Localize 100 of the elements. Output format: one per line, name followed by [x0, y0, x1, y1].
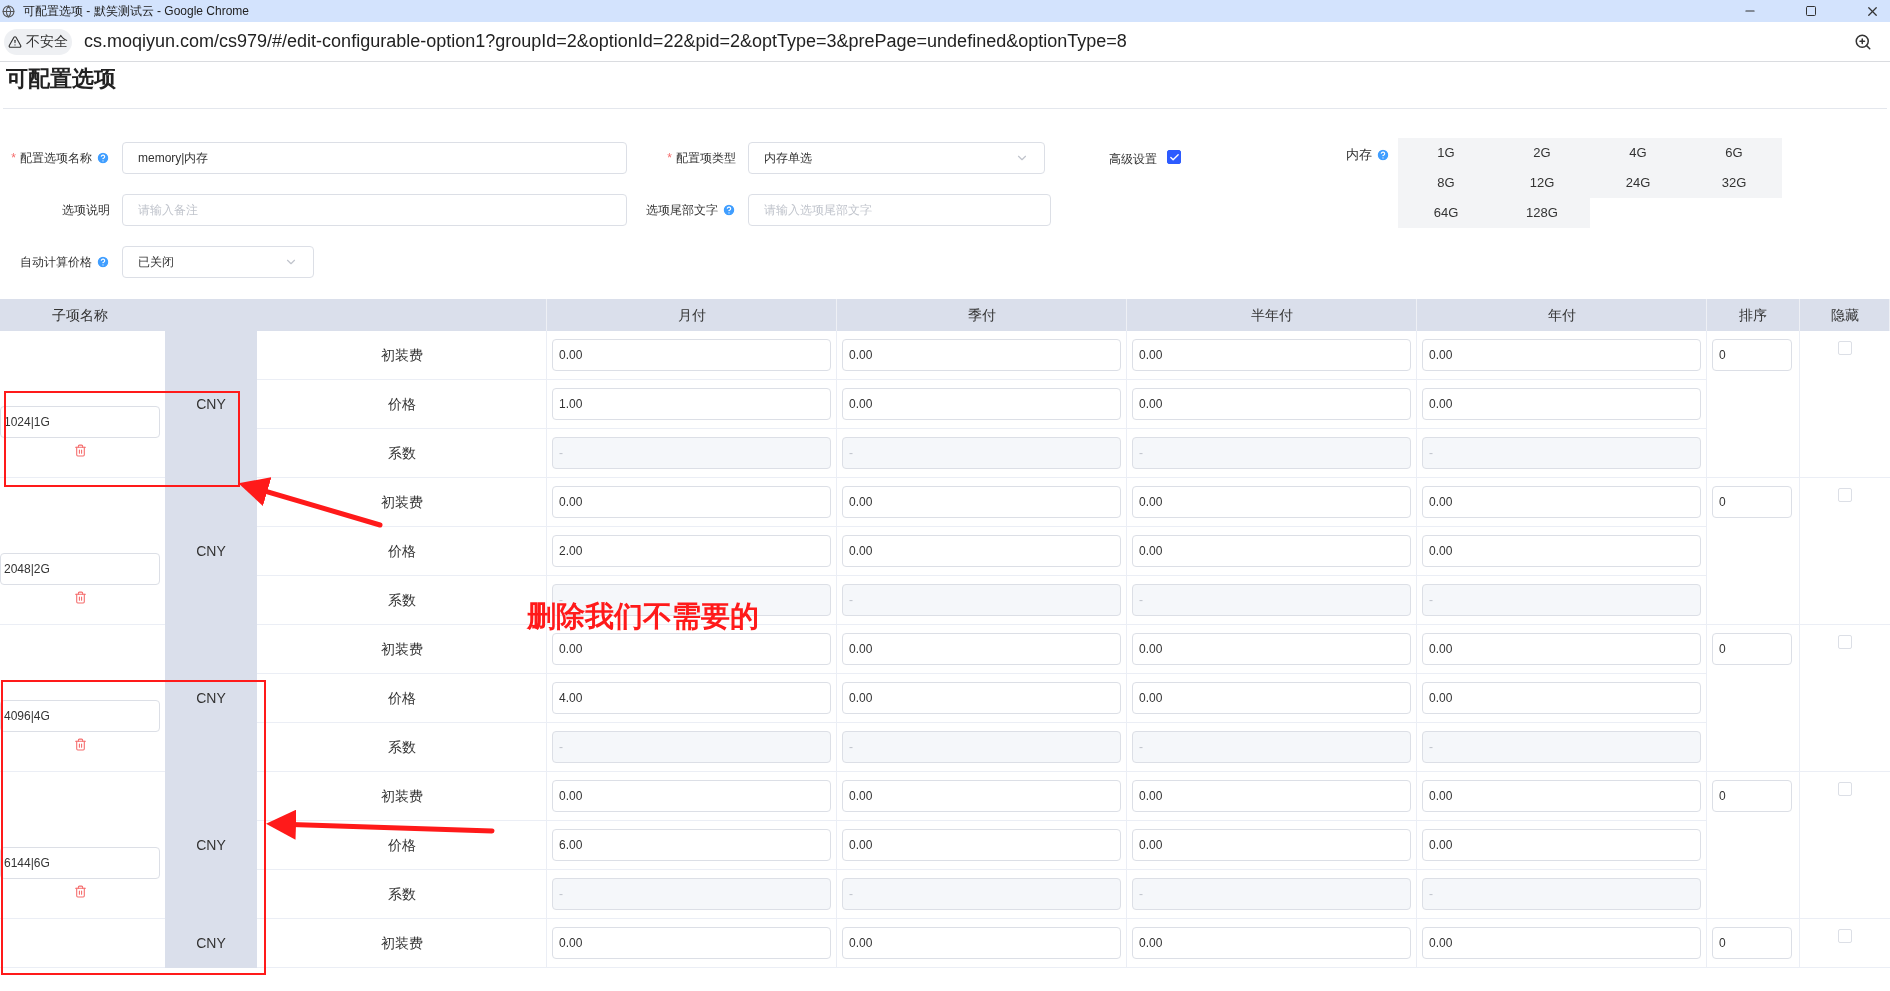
help-icon	[96, 151, 110, 165]
price-field[interactable]: 0.00	[842, 486, 1121, 518]
price-field[interactable]: 0.00	[842, 339, 1121, 371]
price-field[interactable]: 0.00	[1132, 927, 1411, 959]
memory-option[interactable]: 32G	[1686, 168, 1782, 198]
fee-label: 初装费	[380, 786, 423, 806]
delete-icon[interactable]	[74, 444, 87, 457]
price-field[interactable]: 0.00	[1422, 388, 1701, 420]
required-mark: *	[11, 150, 16, 167]
price-field[interactable]: 0.00	[1132, 388, 1411, 420]
memory-option[interactable]: 24G	[1590, 168, 1686, 198]
sort-field[interactable]: 0	[1712, 927, 1792, 959]
zoom-icon[interactable]	[1854, 32, 1872, 51]
delete-icon[interactable]	[74, 885, 87, 898]
memory-option[interactable]: 128G	[1494, 198, 1590, 228]
currency-label: CNY	[196, 689, 226, 708]
memory-option[interactable]: 64G	[1398, 198, 1494, 228]
help-icon	[722, 203, 736, 217]
price-field[interactable]: 0.00	[552, 339, 831, 371]
delete-icon[interactable]	[74, 738, 87, 751]
fee-label: 系数	[387, 884, 416, 904]
price-field[interactable]: 0.00	[842, 780, 1121, 812]
delete-icon[interactable]	[74, 591, 87, 604]
price-field[interactable]: 0.00	[552, 780, 831, 812]
price-field[interactable]: 0.00	[842, 829, 1121, 861]
name-field[interactable]: 2048|2G	[0, 553, 160, 585]
globe-icon	[2, 4, 15, 18]
suffix-field[interactable]: 请输入选项尾部文字	[748, 194, 1051, 226]
price-field[interactable]: 0.00	[1132, 339, 1411, 371]
hide-checkbox[interactable]	[1838, 635, 1852, 649]
memory-option[interactable]: 1G	[1398, 138, 1494, 168]
field-label: 选项尾部文字	[646, 202, 718, 219]
column-header: 季付	[967, 305, 996, 325]
price-field[interactable]: 0.00	[1422, 339, 1701, 371]
price-field[interactable]: 0.00	[842, 633, 1121, 665]
advanced-checkbox[interactable]	[1167, 150, 1181, 164]
memory-option[interactable]: 6G	[1686, 138, 1782, 168]
security-chip[interactable]: 不安全	[4, 28, 72, 55]
currency-label: CNY	[196, 395, 226, 414]
price-field[interactable]: 0.00	[1422, 486, 1701, 518]
memory-option[interactable]: 12G	[1494, 168, 1590, 198]
price-field[interactable]: 0.00	[1422, 633, 1701, 665]
price-field[interactable]: 0.00	[552, 486, 831, 518]
price-field[interactable]: 0.00	[1132, 633, 1411, 665]
fee-label: 价格	[387, 688, 416, 708]
warning-icon	[8, 34, 22, 49]
url-text[interactable]: cs.moqiyun.com/cs979/#/edit-configurable-option1?groupId=2&optionId=22&pid=2&optType=3&prePage=undefined&optionType=8	[84, 28, 1127, 55]
type-select[interactable]: 内存单选	[748, 142, 1045, 174]
price-field[interactable]: 0.00	[552, 927, 831, 959]
price-field[interactable]: 2.00	[552, 535, 831, 567]
description-field[interactable]: 请输入备注	[122, 194, 627, 226]
price-field[interactable]: 0.00	[1132, 780, 1411, 812]
hide-checkbox[interactable]	[1838, 341, 1852, 355]
price-field[interactable]: 0.00	[1132, 486, 1411, 518]
name-field[interactable]: memory|内存	[122, 142, 627, 174]
help-icon	[96, 255, 110, 269]
price-field[interactable]: 1.00	[552, 388, 831, 420]
price-field[interactable]: 0.00	[1422, 682, 1701, 714]
hide-checkbox[interactable]	[1838, 782, 1852, 796]
price-field[interactable]: 4.00	[552, 682, 831, 714]
price-field[interactable]: 0.00	[1422, 829, 1701, 861]
name-field[interactable]: 6144|6G	[0, 847, 160, 879]
fee-label: 初装费	[380, 639, 423, 659]
name-field[interactable]: 1024|1G	[0, 406, 160, 438]
required-mark: *	[667, 150, 672, 167]
field-label: 高级设置	[1109, 151, 1157, 168]
price-field[interactable]: 0.00	[1132, 535, 1411, 567]
hide-checkbox[interactable]	[1838, 488, 1852, 502]
fee-label: 初装费	[380, 492, 423, 512]
fee-label: 系数	[387, 590, 416, 610]
price-field[interactable]: 0.00	[842, 535, 1121, 567]
price-field[interactable]: 0.00	[1422, 780, 1701, 812]
sort-field[interactable]: 0	[1712, 339, 1792, 371]
column-header: 半年付	[1250, 305, 1293, 325]
price-field[interactable]: 0.00	[842, 388, 1121, 420]
price-field[interactable]: 0.00	[552, 633, 831, 665]
sort-field[interactable]: 0	[1712, 486, 1792, 518]
price-field[interactable]: 0.00	[1422, 927, 1701, 959]
fee-label: 系数	[387, 443, 416, 463]
price-field[interactable]: 0.00	[842, 682, 1121, 714]
memory-option[interactable]: 4G	[1590, 138, 1686, 168]
memory-option[interactable]: 8G	[1398, 168, 1494, 198]
price-field[interactable]: 0.00	[842, 927, 1121, 959]
price-field[interactable]: 0.00	[1132, 829, 1411, 861]
price-field[interactable]: 6.00	[552, 829, 831, 861]
hide-checkbox[interactable]	[1838, 929, 1852, 943]
sort-field[interactable]: 0	[1712, 633, 1792, 665]
column-header: 子项名称	[52, 305, 108, 325]
maximize-icon[interactable]	[1805, 5, 1817, 17]
window-title: 可配置选项 - 默笑测试云 - Google Chrome	[23, 3, 250, 20]
name-field[interactable]: 4096|4G	[0, 700, 160, 732]
auto-price-select[interactable]: 已关闭	[122, 246, 314, 278]
column-header: 月付	[677, 305, 706, 325]
fee-label: 初装费	[380, 933, 423, 953]
fee-label: 价格	[387, 394, 416, 414]
price-field[interactable]: 0.00	[1132, 682, 1411, 714]
memory-option[interactable]: 2G	[1494, 138, 1590, 168]
price-field[interactable]: 0.00	[1422, 535, 1701, 567]
field-label: 配置项类型	[676, 150, 736, 167]
sort-field[interactable]: 0	[1712, 780, 1792, 812]
